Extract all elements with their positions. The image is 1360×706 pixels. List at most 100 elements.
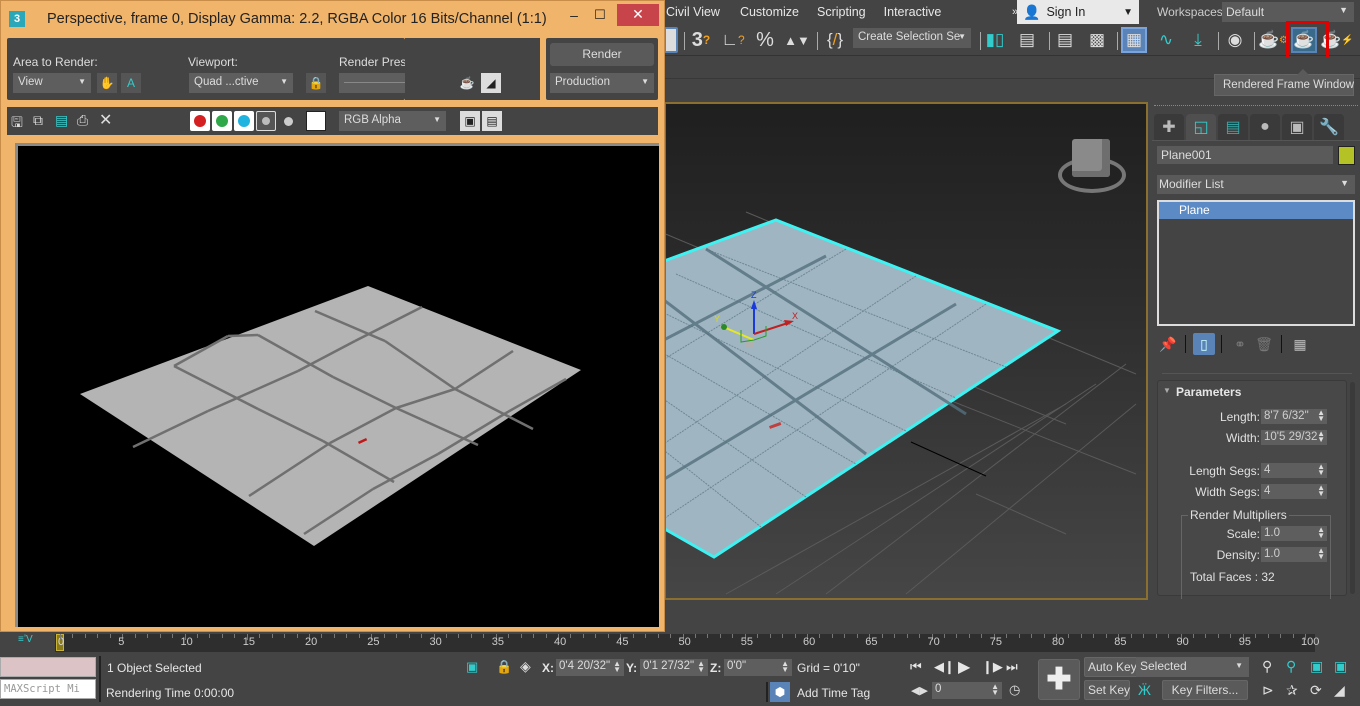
background-color-swatch[interactable] [306, 111, 326, 131]
clear-icon[interactable]: ✕ [99, 110, 112, 130]
select-object-icon[interactable] [664, 27, 678, 53]
angle-snap-icon[interactable]: ∟? [720, 27, 746, 53]
next-frame-icon[interactable]: ❙▶ [982, 659, 1003, 675]
command-panel-scrollbar[interactable] [1350, 382, 1355, 594]
go-to-end-icon[interactable]: ⏭ [1006, 659, 1018, 675]
render-button[interactable]: Render [550, 43, 654, 66]
green-channel-toggle[interactable] [212, 111, 232, 131]
sign-in-dropdown[interactable]: 👤 Sign In ▼ [1017, 0, 1139, 24]
default-in-out-tangents-icon[interactable]: Ӝ [1138, 682, 1151, 698]
spinner-snap-icon[interactable]: ▲▼ [784, 27, 810, 53]
go-to-start-icon[interactable]: ⏮ [910, 659, 922, 675]
perspective-viewport[interactable]: Z X Y [664, 102, 1148, 600]
play-icon[interactable]: ▶ [958, 657, 970, 677]
viewcube[interactable] [1056, 139, 1128, 197]
current-frame-field[interactable]: 0 ▲ ▼ [932, 682, 1002, 699]
key-filters-button[interactable]: Key Filters... [1162, 680, 1248, 700]
spinner-arrows-icon[interactable]: ▲ ▼ [1317, 409, 1325, 423]
selection-lock-icon[interactable]: 🔒 [496, 659, 512, 675]
orbit-icon[interactable]: ⟳ [1310, 682, 1322, 699]
tab-create[interactable]: ✚ [1154, 114, 1184, 140]
stack-item-plane[interactable]: Plane [1159, 202, 1353, 219]
edit-region-icon[interactable]: ✋ [97, 73, 117, 93]
close-button[interactable]: ✕ [617, 4, 659, 26]
edit-named-selection-icon[interactable]: {/} [822, 27, 848, 53]
create-selection-set-dropdown[interactable]: Create Selection Se ▼ [853, 28, 971, 48]
spinner-arrows-icon[interactable]: ▲ ▼ [613, 660, 621, 674]
menu-scripting[interactable]: Scripting [809, 5, 876, 19]
width-spinner[interactable]: 10'5 29/32 ▲ ▼ [1261, 430, 1327, 445]
render-setup-icon[interactable]: ☕ ⚙ [1258, 27, 1288, 53]
spinner-arrows-icon[interactable]: ▲ ▼ [1317, 463, 1325, 477]
display-channel-dropdown[interactable]: RGB Alpha ▼ [339, 111, 446, 131]
scene-explorer-icon[interactable]: ▤ [1052, 27, 1078, 53]
clone-window-icon[interactable]: ▤ [55, 112, 68, 129]
workspaces-dropdown[interactable]: Default ▼ [1222, 2, 1354, 22]
spinner-arrows-icon[interactable]: ▲ ▼ [697, 660, 705, 674]
monochrome-toggle[interactable] [284, 117, 293, 126]
time-configuration-icon[interactable]: ◷ [1009, 682, 1020, 698]
print-image-icon[interactable]: ⎙ [77, 112, 88, 129]
object-name-field[interactable]: Plane001 [1157, 146, 1333, 164]
snaps-toggle-icon[interactable]: 3? [688, 27, 714, 53]
toggle-ribbon-icon[interactable]: ▦ [1121, 27, 1147, 53]
length-spinner[interactable]: 8'7 6/32" ▲ ▼ [1261, 409, 1327, 424]
scale-spinner[interactable]: 1.0 ▲ ▼ [1261, 526, 1327, 541]
tab-hierarchy[interactable]: ▤ [1218, 114, 1248, 140]
configure-modifier-sets-icon[interactable]: ▦ [1289, 333, 1311, 355]
toggle-ui-overlay-icon[interactable]: ▣ [460, 111, 480, 131]
align-icon[interactable]: ▤ [1014, 27, 1040, 53]
parameters-title[interactable]: Parameters [1176, 385, 1241, 399]
x-coordinate-field[interactable]: 0'4 20/32" ▲ ▼ [556, 659, 624, 676]
key-mode-toggle-icon[interactable]: ◀▶ [911, 684, 928, 697]
menu-customize[interactable]: Customize [730, 5, 809, 19]
walk-through-icon[interactable]: ✰ [1286, 682, 1298, 699]
remove-modifier-icon[interactable]: 🗑 [1253, 333, 1275, 355]
spinner-arrows-icon[interactable]: ▲ ▼ [991, 683, 999, 697]
previous-frame-icon[interactable]: ◀❙ [934, 659, 955, 675]
pin-stack-icon[interactable]: 📌 [1157, 333, 1179, 355]
tab-modify[interactable]: ◱ [1186, 114, 1216, 140]
red-channel-toggle[interactable] [190, 111, 210, 131]
set-key-button[interactable]: Set Key [1084, 680, 1130, 700]
maxscript-listener-output[interactable] [0, 657, 96, 677]
tab-utilities[interactable]: 🔧 [1314, 114, 1344, 140]
y-coordinate-field[interactable]: 0'1 27/32" ▲ ▼ [640, 659, 708, 676]
auto-region-selected-icon[interactable]: A [121, 73, 141, 93]
save-image-icon[interactable]: 🖫 [11, 112, 23, 136]
curve-editor-icon[interactable]: ∿ [1153, 27, 1179, 53]
blue-channel-toggle[interactable] [234, 111, 254, 131]
menu-civil-view[interactable]: Civil View [660, 5, 730, 19]
isolate-selection-icon[interactable]: ▣ [466, 659, 478, 675]
spinner-arrows-icon[interactable]: ▲ ▼ [1317, 547, 1325, 561]
set-keys-button[interactable]: ✚ [1038, 659, 1080, 700]
maximize-icon[interactable]: ☐ [592, 7, 608, 23]
density-spinner[interactable]: 1.0 ▲ ▼ [1261, 547, 1327, 562]
spinner-arrows-icon[interactable]: ▲ ▼ [1317, 526, 1325, 540]
length-segs-spinner[interactable]: 4 ▲ ▼ [1261, 463, 1327, 478]
alpha-channel-toggle[interactable] [256, 111, 276, 131]
collapse-arrow-icon[interactable]: ▼ [1163, 386, 1171, 395]
z-coordinate-field[interactable]: 0'0" ▲ ▼ [724, 659, 792, 676]
viewport-dropdown[interactable]: Quad ...ctive ▼ [189, 73, 293, 93]
spinner-arrows-icon[interactable]: ▲ ▼ [781, 660, 789, 674]
make-unique-icon[interactable]: ⚭ [1229, 333, 1251, 355]
maximize-viewport-icon[interactable]: ◢ [1334, 682, 1345, 699]
spinner-arrows-icon[interactable]: ▲ ▼ [1317, 484, 1325, 498]
mini-curve-editor-icon[interactable]: ≡ʼV [18, 634, 33, 645]
width-segs-spinner[interactable]: 4 ▲ ▼ [1261, 484, 1327, 499]
zoom-all-icon[interactable]: ⚲ [1286, 658, 1296, 675]
material-editor-icon[interactable]: ◉ [1222, 27, 1248, 53]
add-time-tag-button[interactable]: Add Time Tag [797, 686, 870, 700]
object-color-swatch[interactable] [1338, 146, 1355, 165]
area-to-render-dropdown[interactable]: View ▼ [13, 73, 91, 93]
percent-snap-icon[interactable]: % [752, 27, 778, 53]
copy-image-icon[interactable]: ⧉ [33, 112, 43, 129]
absolute-mode-icon[interactable]: ◈ [520, 658, 531, 675]
production-dropdown[interactable]: Production ▼ [550, 73, 654, 93]
render-setup-icon[interactable]: ☕ [457, 73, 477, 93]
schematic-view-icon[interactable]: ⤓ [1185, 27, 1211, 53]
layer-explorer-icon[interactable]: ▩ [1084, 27, 1110, 53]
lock-viewport-icon[interactable]: 🔒 [306, 73, 326, 93]
zoom-extents-all-icon[interactable]: ▣ [1334, 658, 1347, 675]
